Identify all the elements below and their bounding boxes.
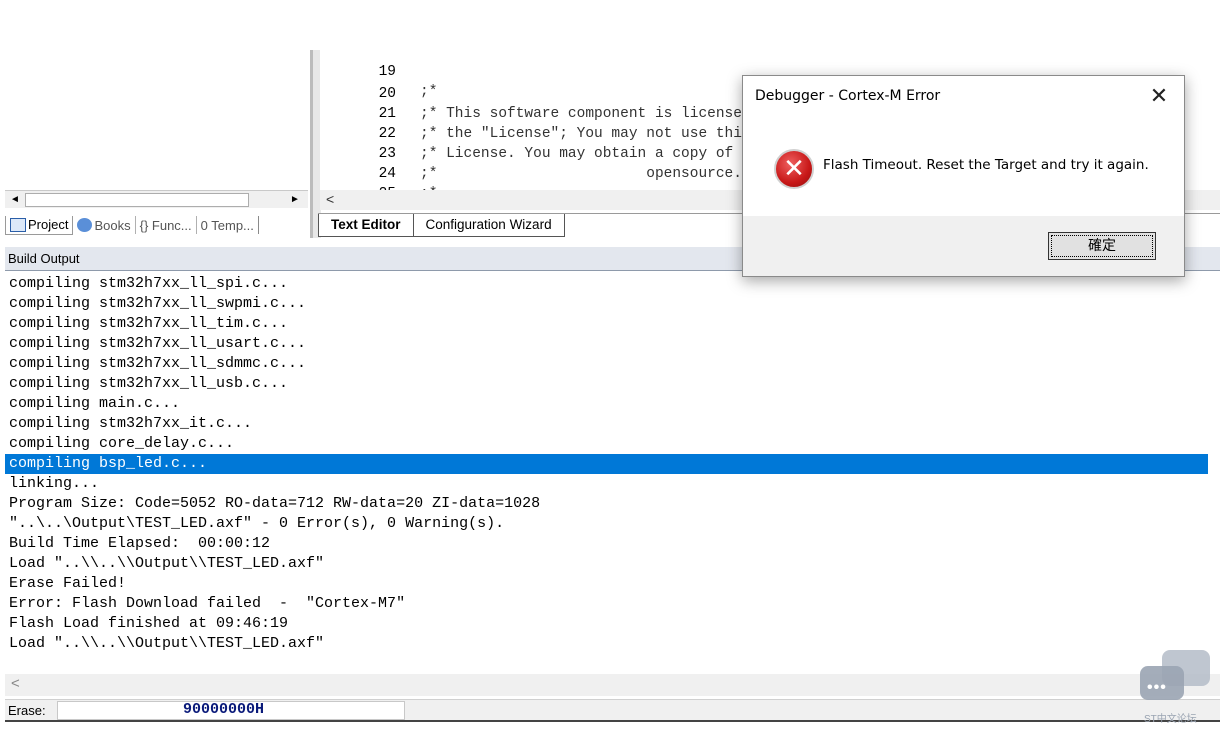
log-line: Build Time Elapsed: 00:00:12 (9, 535, 271, 552)
log-line: compiling stm32h7xx_it.c... (9, 415, 253, 432)
code-line: 24 ;* (320, 144, 438, 190)
tab-label: Books (94, 217, 131, 233)
log-line: compiling stm32h7xx_ll_swpmi.c... (9, 295, 307, 312)
error-icon-glyph: ✕ (783, 154, 805, 184)
erase-label: Erase: (8, 703, 46, 718)
close-icon[interactable]: ✕ (1146, 84, 1172, 110)
build-output-log[interactable]: compiling stm32h7xx_ll_spi.c... compilin… (5, 272, 1220, 674)
erase-address: 90000000H (183, 701, 265, 718)
build-output-horizontal-scrollbar[interactable]: < (5, 674, 1220, 696)
tab-label: 0 Temp... (200, 217, 254, 233)
code-line: 25 ;************************************… (320, 164, 396, 190)
log-line: Flash Load finished at 09:46:19 (9, 615, 289, 632)
tab-templates[interactable]: 0 Temp... (197, 216, 259, 234)
scroll-left-button[interactable]: < (11, 675, 20, 692)
ok-button[interactable]: 確定 (1048, 232, 1156, 260)
log-line: Error: Flash Download failed - "Cortex-M… (9, 595, 406, 612)
project-icon (10, 217, 26, 232)
watermark-text: ST中文论坛 (1144, 714, 1197, 725)
log-line: compiling main.c... (9, 395, 181, 412)
ellipsis-icon: ••• (1147, 679, 1167, 696)
tab-label: Project (28, 217, 69, 232)
code-line: 21 ;* the "License"; You may not use thi… (320, 84, 1056, 142)
scroll-left-button[interactable]: ◄ (7, 192, 23, 207)
project-tree-pane[interactable] (5, 50, 308, 190)
error-icon: ✕ (774, 149, 814, 189)
log-line: Load "..\\..\\Output\\TEST_LED.axf" (9, 555, 325, 572)
line-text: ;* (420, 84, 438, 100)
log-line: "..\..\Output\TEST_LED.axf" - 0 Error(s)… (9, 515, 505, 532)
tab-configuration-wizard[interactable]: Configuration Wizard (412, 214, 565, 237)
log-line: compiling stm32h7xx_ll_tim.c... (9, 315, 289, 332)
tab-books[interactable]: Books (73, 216, 136, 234)
log-line: compiling stm32h7xx_ll_spi.c... (9, 275, 289, 292)
code-line: 19 ;* (320, 50, 438, 100)
log-line-selected[interactable]: compiling bsp_led.c... (5, 454, 1208, 474)
code-line: 23 ;* opensource.org/licenses/BSD-3-Clau… (320, 124, 960, 182)
forum-watermark: ••• ST中文论坛 (1138, 648, 1214, 725)
books-icon (77, 218, 93, 232)
dialog-message: Flash Timeout. Reset the Target and try … (823, 157, 1149, 173)
log-line: compiling stm32h7xx_ll_usb.c... (9, 375, 289, 392)
log-line: compiling stm32h7xx_ll_sdmmc.c... (9, 355, 307, 372)
log-line: Erase Failed! (9, 575, 127, 592)
log-line: compiling core_delay.c... (9, 435, 235, 452)
dialog-footer: 確定 (743, 216, 1184, 276)
dialog-title: Debugger - Cortex-M Error (755, 88, 941, 104)
error-dialog: Debugger - Cortex-M Error ✕ ✕ Flash Time… (742, 75, 1185, 277)
code-line: 20 ;* This software component is license… (320, 64, 1047, 122)
log-line: compiling stm32h7xx_ll_usart.c... (9, 335, 307, 352)
scroll-left-button[interactable]: < (326, 191, 334, 207)
status-bar: Erase: 90000000H (5, 699, 1220, 722)
scroll-right-button[interactable]: ► (287, 192, 303, 207)
project-horizontal-scrollbar[interactable]: ◄ ► (5, 190, 308, 208)
project-panel-tabs: Project Books {} Func... 0 Temp... (5, 213, 308, 237)
tab-project[interactable]: Project (5, 215, 74, 235)
log-line: Program Size: Code=5052 RO-data=712 RW-d… (9, 495, 541, 512)
log-line: linking... (9, 475, 100, 492)
code-line: 22 ;* License. You may obtain a copy of … (320, 104, 873, 162)
tab-label: {} Func... (139, 217, 192, 233)
log-line: Load "..\\..\\Output\\TEST_LED.axf" (9, 635, 325, 652)
tab-functions[interactable]: {} Func... (136, 216, 197, 234)
scrollbar-thumb[interactable] (25, 193, 249, 207)
tab-text-editor[interactable]: Text Editor (318, 214, 413, 237)
